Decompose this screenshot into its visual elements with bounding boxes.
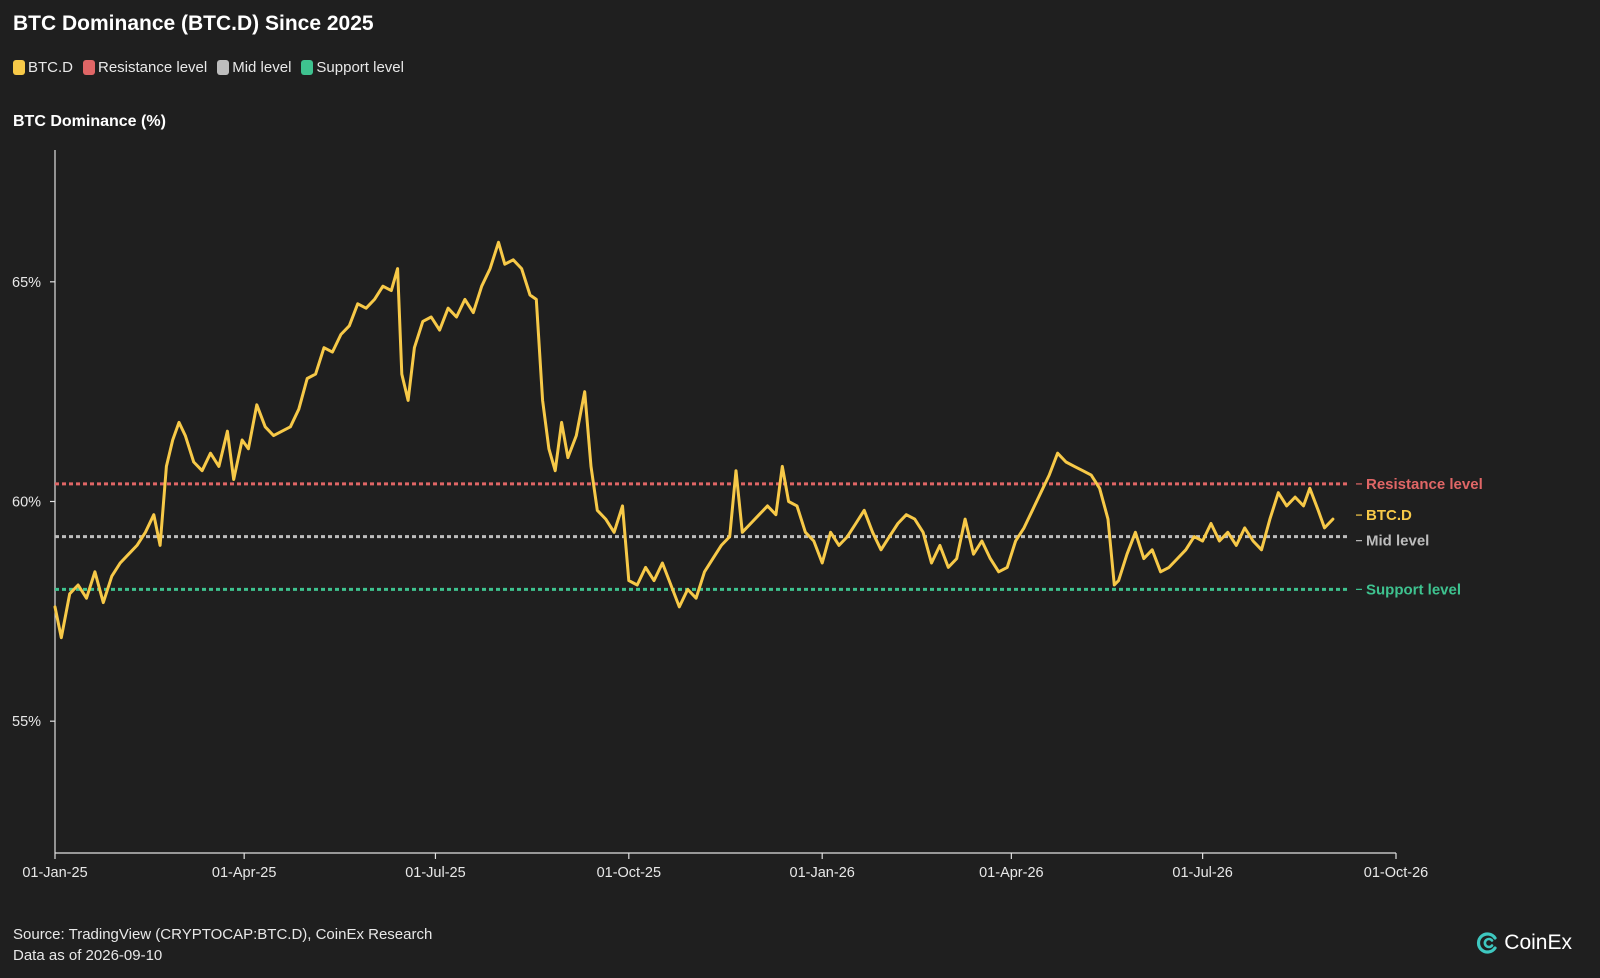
y-tick-label: 55% xyxy=(12,714,41,730)
source-note: Source: TradingView (CRYPTOCAP:BTC.D), C… xyxy=(13,924,432,966)
coinex-logo-icon xyxy=(1477,932,1497,954)
x-tick-label: 01-Apr-25 xyxy=(212,865,276,881)
data-as-of: Data as of 2026-09-10 xyxy=(13,947,163,964)
x-tick-label: 01-Oct-25 xyxy=(597,865,661,881)
y-tick-label: 65% xyxy=(12,275,41,291)
x-tick-label: 01-Oct-26 xyxy=(1364,865,1428,881)
brand-name: CoinEx xyxy=(1504,931,1572,954)
y-tick-label: 60% xyxy=(12,495,41,511)
mid-level-label: Mid level xyxy=(1366,533,1429,550)
btcd-end-label: BTC.D xyxy=(1366,507,1412,524)
x-tick-label: 01-Jan-25 xyxy=(22,865,87,881)
x-tick-label: 01-Apr-26 xyxy=(979,865,1043,881)
x-tick-label: 01-Jul-26 xyxy=(1172,865,1232,881)
brand-logo: CoinEx xyxy=(1476,931,1572,955)
source-line: Source: TradingView (CRYPTOCAP:BTC.D), C… xyxy=(13,926,433,943)
support-level-label: Support level xyxy=(1366,581,1461,598)
x-tick-label: 01-Jan-26 xyxy=(790,865,855,881)
btc-dominance-chart: 55% 60% 65% 01-Jan-25 01-Apr-25 01-Jul-25 01-O… xyxy=(12,150,1483,881)
btcd-series-line xyxy=(53,240,1335,640)
resistance-level-label: Resistance level xyxy=(1366,476,1483,493)
x-tick-label: 01-Jul-25 xyxy=(405,865,465,881)
